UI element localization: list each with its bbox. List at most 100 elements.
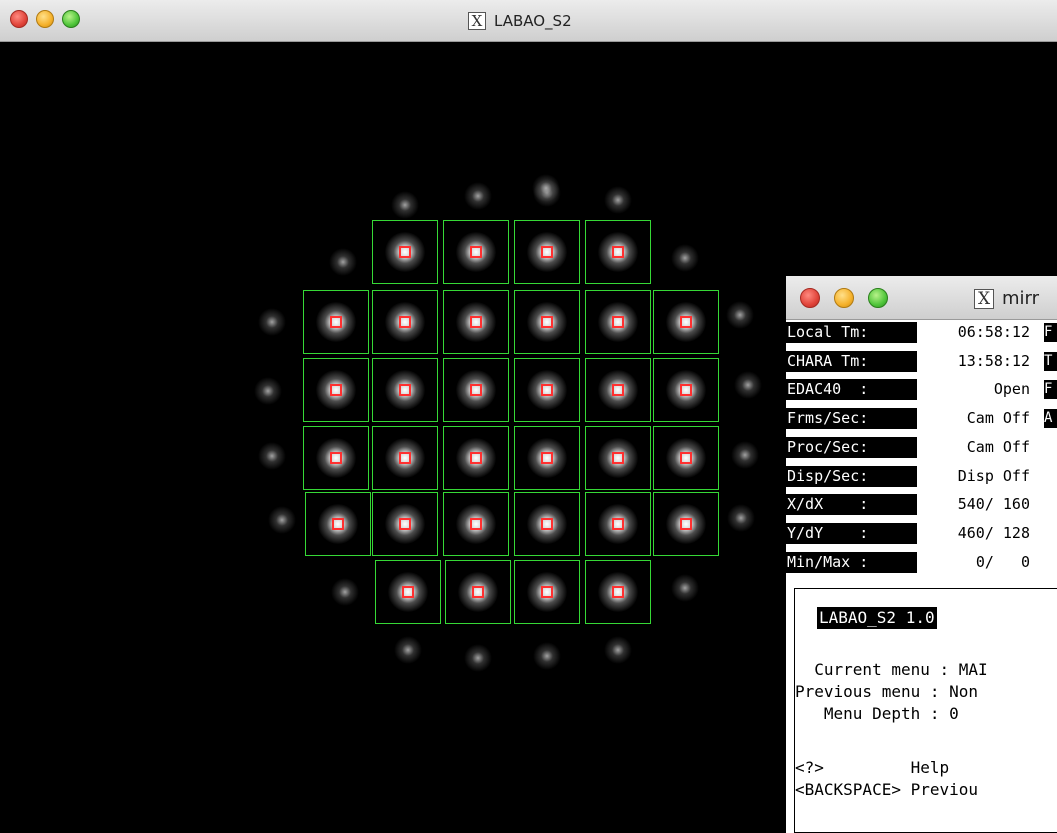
faint-spot [268, 506, 296, 534]
faint-spot [727, 504, 755, 532]
zoom-button[interactable] [62, 10, 80, 28]
status-row: X/dX : 540/ 160 [786, 494, 1057, 516]
mirror-minimize-button[interactable] [834, 288, 854, 308]
status-label: EDAC40 : [786, 379, 917, 401]
previous-menu-line: Previous menu : Non [795, 682, 979, 701]
status-flag: F [1044, 380, 1057, 400]
status-readout: Local Tm: 06:58:12 F CHARA Tm: 13:58:12 T EDAC… [786, 320, 1057, 578]
status-value: Disp Off [957, 466, 1030, 485]
mirror-close-button[interactable] [800, 288, 820, 308]
mirror-titlebar[interactable]: X mirr [786, 276, 1057, 320]
centroid-marker [541, 452, 553, 464]
status-label: Local Tm: [786, 322, 917, 343]
centroid-marker [541, 586, 553, 598]
faint-spot [726, 301, 754, 329]
centroid-marker [470, 452, 482, 464]
status-label: CHARA Tm: [786, 350, 917, 372]
faint-spot [391, 191, 419, 219]
centroid-marker [680, 384, 692, 396]
status-row: Min/Max : 0/ 0 [786, 551, 1057, 573]
x11-icon: X [974, 288, 994, 309]
centroid-marker [399, 384, 411, 396]
status-label: Proc/Sec: [786, 436, 917, 458]
status-row: Proc/Sec: Cam Off [786, 436, 1057, 458]
status-label: Frms/Sec: [786, 408, 917, 430]
status-row: Frms/Sec: Cam Off A [786, 408, 1057, 430]
faint-spot [464, 182, 492, 210]
window-title: X LABAO_S2 [468, 10, 572, 32]
centroid-marker [472, 586, 484, 598]
centroid-marker [541, 518, 553, 530]
menu-item-previous[interactable]: <BACKSPACE> Previou [795, 779, 978, 801]
faint-spot [731, 441, 759, 469]
centroid-marker [680, 518, 692, 530]
status-row: Local Tm: 06:58:12 F [786, 322, 1057, 343]
faint-spot [394, 636, 422, 664]
status-value: 13:58:12 [957, 351, 1030, 370]
centroid-marker [399, 518, 411, 530]
centroid-marker [332, 518, 344, 530]
main-titlebar[interactable]: X LABAO_S2 [0, 0, 1057, 42]
centroid-marker [612, 384, 624, 396]
status-value: 0/ 0 [975, 552, 1030, 571]
menu-panel-title: LABAO_S2 1.0 [817, 607, 937, 629]
faint-spot [533, 642, 561, 670]
centroid-marker [470, 518, 482, 530]
menu-panel: LABAO_S2 1.0 Current menu : MAI Previous… [794, 588, 1057, 833]
mirror-window: X mirr Local Tm: 06:58:12 F CHARA Tm: 13:58:… [786, 276, 1057, 833]
centroid-marker [612, 246, 624, 258]
centroid-marker [612, 586, 624, 598]
centroid-marker [612, 518, 624, 530]
status-row: EDAC40 : Open F [786, 379, 1057, 401]
centroid-marker [680, 452, 692, 464]
faint-spot [329, 248, 357, 276]
status-value: Open [993, 380, 1030, 399]
centroid-marker [541, 316, 553, 328]
centroid-marker [399, 452, 411, 464]
faint-spot [604, 186, 632, 214]
status-label: Min/Max : [786, 551, 917, 573]
x11-icon: X [468, 12, 486, 30]
status-label: Disp/Sec: [786, 465, 917, 487]
centroid-marker [330, 384, 342, 396]
faint-spot [671, 244, 699, 272]
faint-spot [258, 308, 286, 336]
centroid-marker [541, 384, 553, 396]
status-row: Y/dY : 460/ 128 [786, 522, 1057, 544]
status-row: Disp/Sec: Disp Off [786, 465, 1057, 487]
faint-spot [258, 442, 286, 470]
centroid-marker [541, 246, 553, 258]
status-value: 06:58:12 [957, 323, 1030, 341]
status-value: 460/ 128 [957, 523, 1030, 542]
status-value: 540/ 160 [957, 495, 1030, 514]
faint-spot [671, 574, 699, 602]
faint-spot [254, 377, 282, 405]
centroid-marker [402, 586, 414, 598]
faint-spot [464, 644, 492, 672]
centroid-marker [470, 384, 482, 396]
faint-spot [604, 636, 632, 664]
status-flag: F [1044, 323, 1057, 342]
close-button[interactable] [10, 10, 28, 28]
minimize-button[interactable] [36, 10, 54, 28]
faint-spot [734, 371, 762, 399]
centroid-marker [612, 452, 624, 464]
centroid-marker [330, 452, 342, 464]
mirror-window-title-text: mirr [1002, 288, 1040, 309]
window-title-text: LABAO_S2 [494, 12, 572, 30]
centroid-marker [330, 316, 342, 328]
mirror-zoom-button[interactable] [868, 288, 888, 308]
status-flag: T [1044, 351, 1057, 371]
status-label: X/dX : [786, 494, 917, 516]
faint-spot [331, 578, 359, 606]
faint-spot [532, 174, 560, 202]
status-value: Cam Off [966, 437, 1030, 456]
menu-item-help[interactable]: <?> Help [795, 757, 949, 779]
centroid-marker [470, 246, 482, 258]
centroid-marker [399, 246, 411, 258]
centroid-marker [470, 316, 482, 328]
centroid-marker [612, 316, 624, 328]
status-row: CHARA Tm: 13:58:12 T [786, 350, 1057, 372]
status-value: Cam Off [966, 409, 1030, 428]
menu-depth-line: Menu Depth : 0 [795, 704, 959, 723]
